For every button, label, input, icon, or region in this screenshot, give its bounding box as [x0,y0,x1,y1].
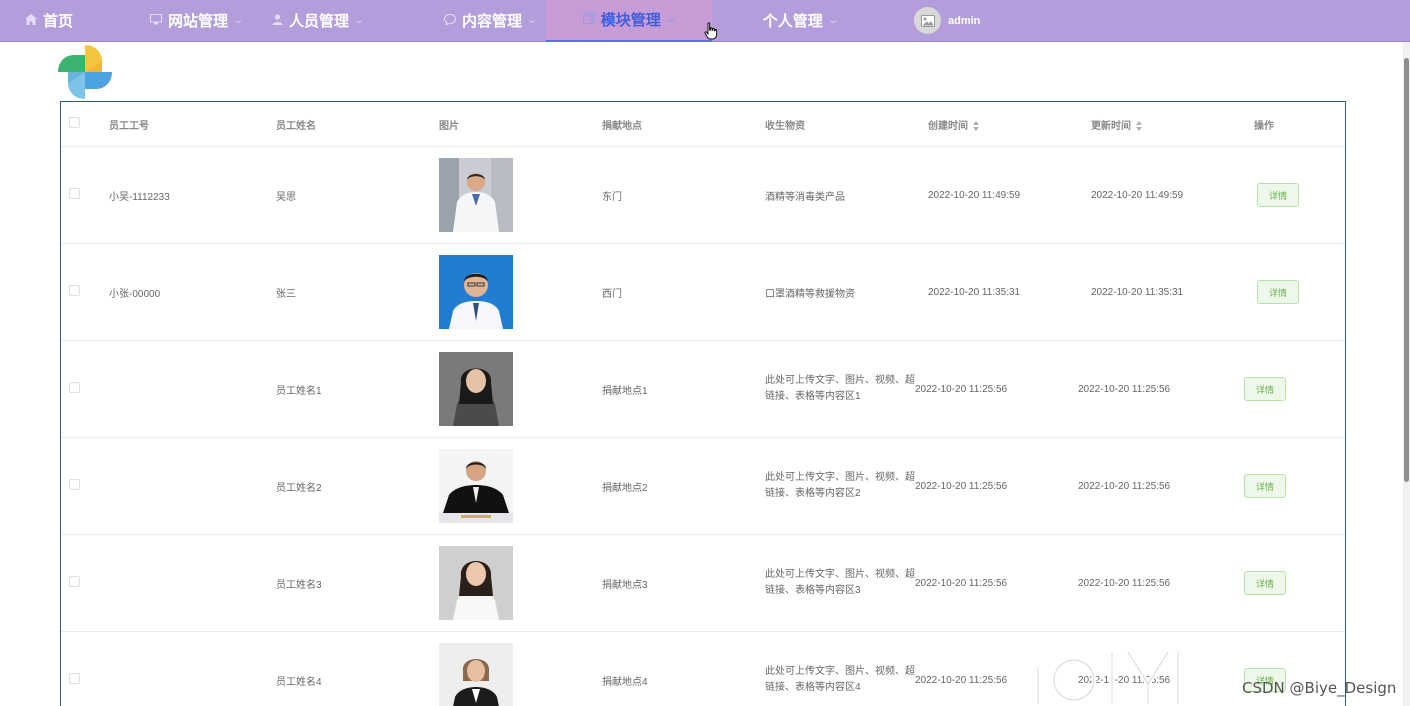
cell-created: 2022-10-20 11:25:56 [915,577,1008,589]
cell-employee-name: 员工姓名4 [276,676,322,688]
cell-supplies: 此处可上传文字、图片、视频、超链接、表格等内容区4 [765,666,915,693]
cell-supplies: 此处可上传文字、图片、视频、超链接、表格等内容区2 [765,472,915,499]
user-icon [272,13,283,28]
home-icon [24,13,37,28]
header-actions: 操作 [1254,120,1274,132]
row-checkbox[interactable] [69,673,80,684]
cell-location: 西门 [602,288,622,300]
table-row: 员工姓名1 捐献地点1 此处可上传文字、图片、视频、超链接、表格等内容区1 20… [61,341,1345,438]
nav-item-label: 模块管理 [600,12,661,29]
header-created[interactable]: 创建时间 [928,117,1091,132]
username: admin [948,14,981,27]
hand-cursor-icon [704,22,718,40]
detail-button[interactable]: 详情 [1244,571,1286,595]
detail-button[interactable]: 详情 [1257,280,1299,304]
cell-location: 捐献地点4 [602,676,648,688]
cell-location: 东门 [602,191,622,203]
nav-item-personal[interactable]: 个人管理 ⌄ [720,0,880,42]
chevron-down-icon: ⌄ [827,15,839,26]
cell-supplies: 口罩酒精等救援物资 [765,288,855,300]
cell-employee-name: 员工姓名1 [276,385,322,397]
header-employee-name: 员工姓名 [276,120,316,132]
sort-icon[interactable] [1136,120,1142,131]
employee-photo [439,158,513,232]
employee-photo [439,255,513,329]
row-checkbox[interactable] [69,576,80,587]
row-checkbox[interactable] [69,479,80,490]
table-row: 员工姓名2 捐献地点2 此处可上传文字、图片、视频、超链接、表格等内容区2 20… [61,438,1345,535]
header-employee-id: 员工工号 [109,120,149,132]
cell-employee-name: 张三 [276,288,296,300]
chat-icon [443,13,457,28]
cell-employee-name: 吴思 [276,191,296,203]
cell-employee-name: 员工姓名3 [276,579,322,591]
nav-item-label: 内容管理 [462,13,523,30]
employee-photo [439,546,513,620]
nav-item-module[interactable]: 模块管理 ⌄ [546,0,712,42]
header-updated[interactable]: 更新时间 [1091,117,1254,132]
header-created-label: 创建时间 [928,120,968,132]
header-location: 捐献地点 [602,120,642,132]
pinwheel-logo [58,45,112,99]
cell-created: 2022-10-20 11:49:59 [928,189,1021,201]
employee-photo [439,449,513,523]
csdn-watermark: CSDN @Biye_Design [1242,679,1397,697]
cell-location: 捐献地点1 [602,385,648,397]
employee-photo [439,352,513,426]
table-row: 员工姓名3 捐献地点3 此处可上传文字、图片、视频、超链接、表格等内容区3 20… [61,535,1345,632]
nav-item-label: 首页 [42,13,73,30]
cell-updated: 2022-10-20 11:25:56 [1078,383,1171,395]
nav-item-home[interactable]: 首页 [0,0,98,42]
iqiyi-watermark [1032,648,1181,706]
cell-supplies: 此处可上传文字、图片、视频、超链接、表格等内容区3 [765,569,915,596]
header-supplies: 收生物资 [765,120,805,132]
detail-button[interactable]: 详情 [1257,183,1299,207]
monitor-icon [150,13,162,28]
chevron-down-icon: ⌄ [526,15,539,26]
avatar [914,7,941,34]
cell-supplies: 酒精等消毒类产品 [765,191,845,203]
cell-employee-name: 员工姓名2 [276,482,322,494]
data-table: 员工工号 员工姓名 图片 捐献地点 收生物资 创建时间 更新时间 操作 小吴-1… [60,101,1346,706]
sort-icon[interactable] [973,120,979,131]
row-checkbox[interactable] [69,382,80,393]
table-row: 小张-00000 张三 西门 口罩酒精等救援物资 2022-10-20 11:3… [61,244,1345,341]
row-checkbox[interactable] [69,285,80,296]
cell-updated: 2022-10-20 11:25:56 [1078,480,1171,492]
nav-item-label: 个人管理 [762,13,823,30]
cell-location: 捐献地点2 [602,482,648,494]
nav-item-label: 人员管理 [289,13,350,30]
cell-created: 2022-10-20 11:25:56 [915,480,1008,492]
table-header: 员工工号 员工姓名 图片 捐献地点 收生物资 创建时间 更新时间 操作 [61,102,1345,147]
chevron-down-icon: ⌄ [353,15,366,26]
image-icon [920,14,935,27]
header-photo: 图片 [439,120,459,132]
cell-created: 2022-10-20 11:35:31 [928,286,1021,298]
cell-updated: 2022-10-20 11:35:31 [1091,286,1184,298]
scrollbar-thumb[interactable] [1404,58,1409,482]
detail-button[interactable]: 详情 [1244,377,1286,401]
user-menu[interactable]: admin [914,0,980,42]
table-row: 小吴-1112233 吴思 东门 酒精等消毒类产品 2022-10-20 11:… [61,147,1345,244]
copy-icon [582,12,595,27]
cell-employee-id: 小吴-1112233 [109,191,170,203]
cell-created: 2022-10-20 11:25:56 [915,383,1008,395]
employee-photo [439,643,513,706]
cell-updated: 2022-10-20 11:49:59 [1091,189,1184,201]
header-updated-label: 更新时间 [1091,120,1131,132]
cell-employee-id: 小张-00000 [109,288,161,300]
cell-updated: 2022-10-20 11:25:56 [1078,577,1171,589]
detail-button[interactable]: 详情 [1244,474,1286,498]
cell-supplies: 此处可上传文字、图片、视频、超链接、表格等内容区1 [765,375,915,402]
cell-location: 捐献地点3 [602,579,648,591]
row-checkbox[interactable] [69,188,80,199]
select-all-checkbox[interactable] [69,117,80,128]
chevron-down-icon: ⌄ [665,14,677,25]
